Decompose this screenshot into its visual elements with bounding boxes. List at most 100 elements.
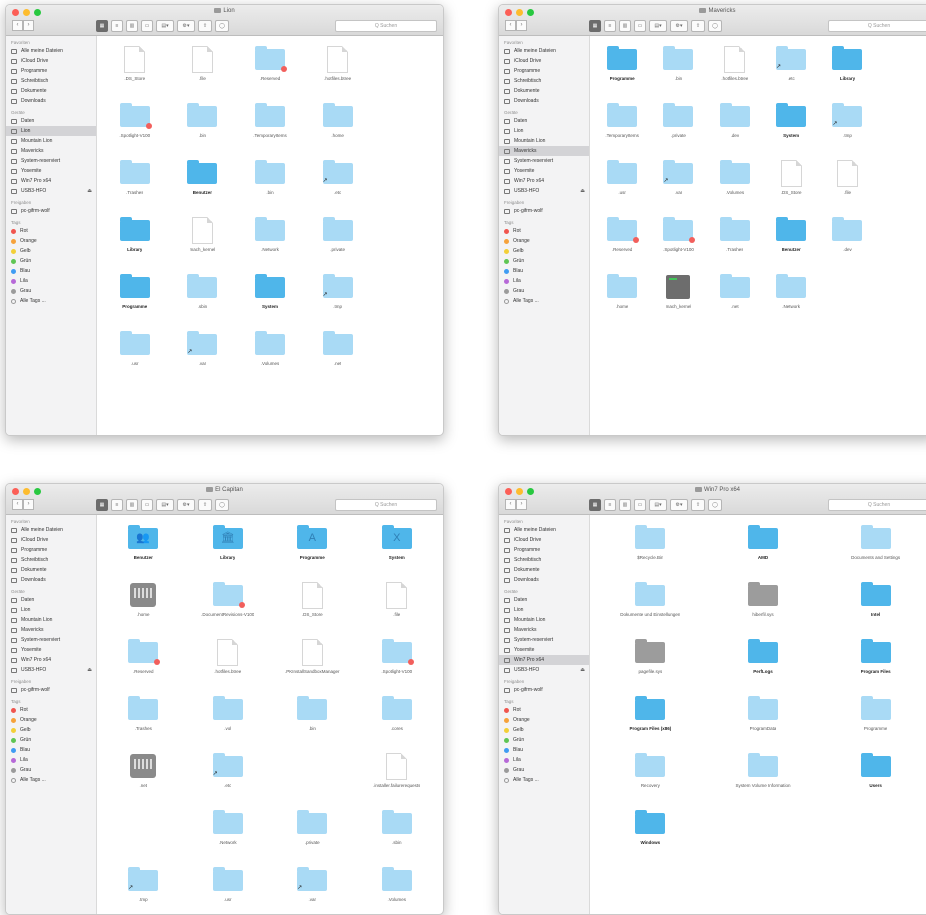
file-item[interactable]: .home — [101, 578, 186, 631]
eject-icon[interactable]: ⏏ — [87, 186, 92, 196]
file-item[interactable]: .file — [169, 42, 237, 95]
sidebar-item[interactable]: Mountain Lion — [499, 615, 589, 625]
arrange-button[interactable]: ▤▾ — [156, 20, 174, 32]
file-item[interactable]: .bin — [236, 156, 304, 209]
sidebar-item[interactable]: Mountain Lion — [499, 136, 589, 146]
sidebar-item[interactable]: Programme — [499, 66, 589, 76]
sidebar-item[interactable]: Win7 Pro x64 — [499, 176, 589, 186]
file-item[interactable]: .installer.failurerequests — [355, 749, 440, 802]
action-gear-button[interactable]: ⚙▾ — [670, 499, 688, 511]
sidebar-tag-item[interactable]: Lila — [499, 755, 589, 765]
sidebar-tag-item[interactable]: Grün — [6, 735, 96, 745]
sidebar-tag-item[interactable]: Alle Tags ... — [6, 296, 96, 306]
file-item[interactable]: ↗ .etc — [186, 749, 271, 802]
file-item[interactable]: 🏛 Library — [186, 521, 271, 574]
sidebar-tag-item[interactable]: Gelb — [6, 246, 96, 256]
sidebar-tag-item[interactable]: Grau — [499, 765, 589, 775]
sidebar-item[interactable]: Downloads — [499, 575, 589, 585]
file-item[interactable]: .TemporaryItems — [594, 99, 650, 152]
sidebar-item[interactable]: Dokumente — [499, 565, 589, 575]
tag-button[interactable]: ◯ — [215, 20, 229, 32]
sidebar-tag-item[interactable]: Gelb — [6, 725, 96, 735]
file-item[interactable]: .Spotlight-V100 — [650, 213, 706, 266]
tag-button[interactable]: ◯ — [708, 20, 722, 32]
sidebar-item[interactable]: System-reserviert — [499, 156, 589, 166]
file-item[interactable]: .private — [304, 213, 372, 266]
search-input[interactable]: Q Suchen — [828, 20, 926, 32]
file-item[interactable]: Windows — [594, 806, 707, 859]
file-item[interactable]: .Network — [236, 213, 304, 266]
file-item[interactable]: .Trashes — [101, 692, 186, 745]
file-item[interactable]: .DS_Store — [763, 156, 819, 209]
window-titlebar[interactable]: Win7 Pro x64 ‹ › ▦ ≡ ▥ ▭ ▤▾ ⚙▾ ⇧ ◯ Q Suc… — [499, 484, 926, 515]
file-item[interactable]: ↗ .tmp — [304, 270, 372, 323]
sidebar-tag-item[interactable]: Alle Tags ... — [499, 296, 589, 306]
file-item[interactable]: AMD — [707, 521, 820, 574]
back-button[interactable]: ‹ — [505, 499, 516, 510]
list-view-button[interactable]: ≡ — [604, 20, 616, 32]
sidebar-tag-item[interactable]: Grau — [499, 286, 589, 296]
file-item[interactable]: Benutzer — [763, 213, 819, 266]
column-view-button[interactable]: ▥ — [126, 499, 138, 511]
sidebar-tag-item[interactable]: Grün — [499, 256, 589, 266]
file-item[interactable]: System — [236, 270, 304, 323]
file-item[interactable]: .dev — [707, 99, 763, 152]
file-item[interactable]: .Trashes — [707, 213, 763, 266]
gallery-view-button[interactable]: ▭ — [141, 499, 153, 511]
finder-window-win7[interactable]: Win7 Pro x64 ‹ › ▦ ≡ ▥ ▭ ▤▾ ⚙▾ ⇧ ◯ Q Suc… — [498, 483, 926, 915]
eject-icon[interactable]: ⏏ — [580, 665, 585, 675]
forward-button[interactable]: › — [516, 499, 527, 510]
sidebar-item[interactable]: Dokumente — [6, 565, 96, 575]
column-view-button[interactable]: ▥ — [619, 499, 631, 511]
sidebar-item[interactable]: USB3-HFO ⏏ — [499, 186, 589, 196]
file-item[interactable]: .usr — [594, 156, 650, 209]
gallery-view-button[interactable]: ▭ — [634, 20, 646, 32]
sidebar-item[interactable]: Win7 Pro x64 — [6, 655, 96, 665]
file-item[interactable]: .net — [101, 749, 186, 802]
sidebar-item[interactable]: Mountain Lion — [6, 615, 96, 625]
window-titlebar[interactable]: Lion ‹ › ▦ ≡ ▥ ▭ ▤▾ ⚙▾ ⇧ ◯ Q Suchen — [6, 5, 443, 36]
file-item[interactable]: .home — [594, 270, 650, 323]
file-item[interactable]: .hotfiles.btree — [707, 42, 763, 95]
sidebar-tag-item[interactable]: Rot — [6, 226, 96, 236]
file-item[interactable]: .Trashes — [101, 156, 169, 209]
file-item[interactable]: mach_kernel — [169, 213, 237, 266]
file-item[interactable]: .hotfiles.btree — [186, 635, 271, 688]
file-item[interactable]: Library — [819, 42, 875, 95]
sidebar-item[interactable]: Schreibtisch — [6, 76, 96, 86]
file-item[interactable]: .Volumes — [236, 327, 304, 380]
eject-icon[interactable]: ⏏ — [87, 665, 92, 675]
file-item[interactable]: .Network — [763, 270, 819, 323]
file-item[interactable]: System Volume Information — [707, 749, 820, 802]
sidebar-item[interactable]: Lion — [499, 605, 589, 615]
finder-window-lion[interactable]: Lion ‹ › ▦ ≡ ▥ ▭ ▤▾ ⚙▾ ⇧ ◯ Q Suchen Favo… — [5, 4, 444, 436]
sidebar-tag-item[interactable]: Blau — [499, 745, 589, 755]
file-item[interactable]: ↗ .var — [270, 863, 355, 914]
file-item[interactable]: mach_kernel — [650, 270, 706, 323]
finder-window-mavericks[interactable]: Mavericks ‹ › ▦ ≡ ▥ ▭ ▤▾ ⚙▾ ⇧ ◯ Q Suchen… — [498, 4, 926, 436]
back-button[interactable]: ‹ — [505, 20, 516, 31]
back-button[interactable]: ‹ — [12, 20, 23, 31]
sidebar-item[interactable]: System-reserviert — [499, 635, 589, 645]
sidebar-item[interactable]: Lion — [499, 126, 589, 136]
sidebar-tag-item[interactable]: Lila — [6, 755, 96, 765]
sidebar-tag-item[interactable]: Orange — [6, 236, 96, 246]
sidebar-item[interactable]: Mavericks — [6, 146, 96, 156]
sidebar-item[interactable]: Downloads — [499, 96, 589, 106]
sidebar-item[interactable]: Mavericks — [6, 625, 96, 635]
sidebar-item[interactable]: Win7 Pro x64 — [499, 655, 589, 665]
file-item[interactable]: .DocumentRevisions-V100 — [186, 578, 271, 631]
sidebar-item[interactable]: Dokumente — [6, 86, 96, 96]
file-item[interactable]: .bin — [270, 692, 355, 745]
sidebar-item[interactable]: Schreibtisch — [499, 555, 589, 565]
file-item[interactable]: Programme — [594, 42, 650, 95]
sidebar-item[interactable]: iCloud Drive — [6, 535, 96, 545]
sidebar-item[interactable]: Lion — [6, 126, 96, 136]
file-item[interactable]: Program Files — [819, 635, 926, 688]
file-item[interactable]: Recovery — [594, 749, 707, 802]
file-item[interactable]: .Volumes — [355, 863, 440, 914]
sidebar-item[interactable]: Programme — [6, 545, 96, 555]
file-item[interactable]: Programme — [819, 692, 926, 745]
sidebar-item[interactable]: Yosemite — [499, 645, 589, 655]
tag-button[interactable]: ◯ — [708, 499, 722, 511]
